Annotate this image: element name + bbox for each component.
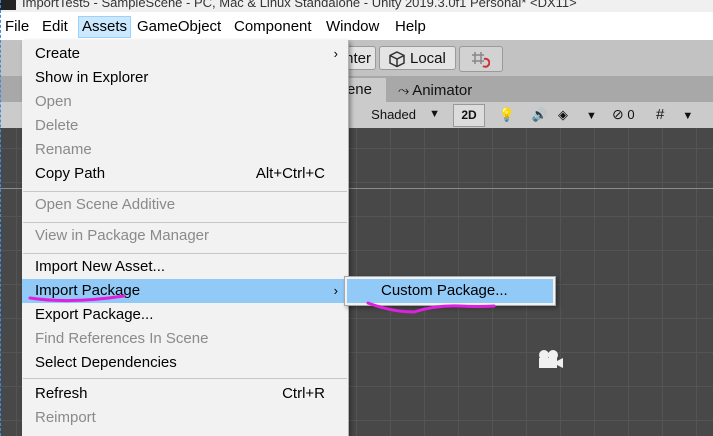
- annotation-overlay: [28, 294, 496, 314]
- selection-border: [0, 0, 1, 436]
- annotation-underline-import-package: [28, 294, 126, 303]
- annotation-underline-custom-package: [366, 301, 496, 314]
